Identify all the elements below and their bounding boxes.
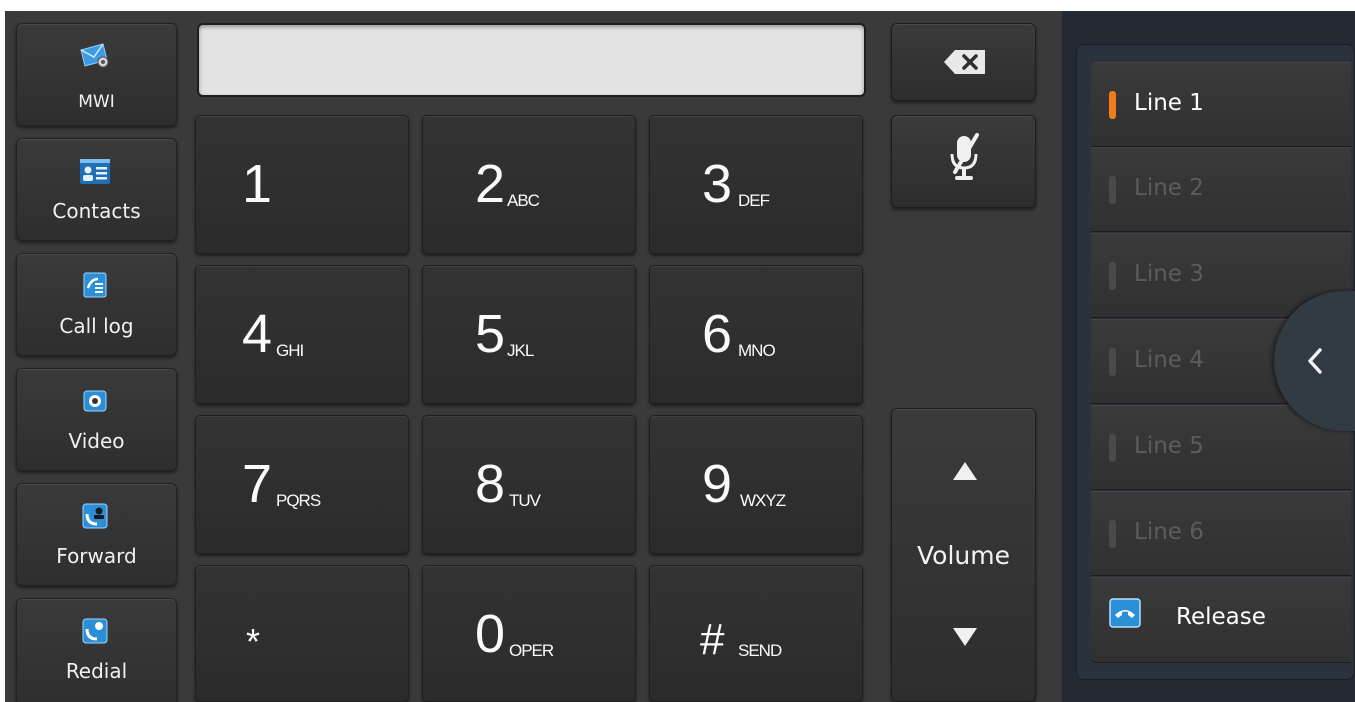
line-2-label: Line 2 [1134, 175, 1204, 201]
line-6-button[interactable]: Line 6 [1091, 491, 1351, 576]
key-letters: TUV [509, 491, 541, 510]
chevron-left-icon [1308, 348, 1322, 374]
forward-label: Forward [56, 544, 137, 568]
key-7[interactable]: 7 PQRS [195, 415, 409, 554]
video-icon [83, 390, 107, 412]
key-letters: PQRS [276, 491, 321, 510]
contacts-label: Contacts [52, 199, 141, 223]
key-star[interactable]: * [195, 565, 409, 702]
line-4-indicator [1109, 348, 1116, 376]
key-digit: 8 [475, 454, 506, 514]
key-5[interactable]: 5 JKL [422, 265, 636, 404]
mute-button[interactable] [891, 115, 1036, 208]
key-letters: OPER [509, 641, 554, 660]
line-4-label: Line 4 [1134, 347, 1204, 373]
line-2-button[interactable]: Line 2 [1091, 147, 1351, 232]
line-3-label: Line 3 [1134, 261, 1204, 287]
video-button[interactable]: Video [16, 368, 177, 471]
voicemail-icon [80, 43, 109, 68]
key-1[interactable]: 1 [195, 115, 409, 254]
contacts-icon [80, 159, 110, 184]
key-3[interactable]: 3 DEF [649, 115, 863, 254]
redial-icon [82, 618, 108, 644]
release-button[interactable]: Release [1091, 577, 1351, 663]
key-4[interactable]: 4 GHI [195, 265, 409, 404]
forward-icon [82, 503, 108, 529]
key-letters: GHI [276, 341, 304, 360]
key-digit: 2 [475, 154, 506, 214]
key-letters: MNO [738, 341, 776, 360]
backspace-button[interactable] [891, 23, 1036, 101]
contacts-button[interactable]: Contacts [16, 138, 177, 241]
mute-microphone-icon [950, 133, 979, 180]
key-digit: 3 [702, 154, 733, 214]
line-3-indicator [1109, 262, 1116, 290]
key-letters: WXYZ [740, 491, 786, 510]
dial-input-display[interactable] [197, 23, 866, 97]
backspace-icon [944, 50, 985, 74]
release-label: Release [1176, 604, 1266, 630]
line-1-label: Line 1 [1134, 90, 1204, 116]
redial-label: Redial [65, 659, 128, 683]
key-digit: * [246, 621, 261, 662]
key-letters: DEF [738, 191, 770, 210]
key-9[interactable]: 9 WXYZ [649, 415, 863, 554]
volume-up-icon[interactable] [952, 461, 978, 481]
call-log-icon [83, 272, 107, 298]
line-1-indicator [1109, 91, 1116, 119]
key-digit: 4 [242, 304, 273, 364]
key-hash[interactable]: # SEND [649, 565, 863, 702]
call-log-label: Call log [59, 314, 134, 338]
key-2[interactable]: 2 ABC [422, 115, 636, 254]
key-6[interactable]: 6 MNO [649, 265, 863, 404]
line-1-button[interactable]: Line 1 [1091, 62, 1351, 147]
volume-label: Volume [917, 541, 1010, 570]
call-log-button[interactable]: Call log [16, 253, 177, 356]
mwi-button[interactable]: MWI [16, 23, 177, 126]
line-6-indicator [1109, 520, 1116, 548]
key-letters: SEND [738, 641, 782, 660]
key-digit: 0 [475, 604, 506, 664]
key-letters: ABC [507, 191, 540, 210]
key-digit: 5 [475, 304, 506, 364]
key-letters: JKL [507, 341, 534, 360]
key-digit: 6 [702, 304, 733, 364]
volume-down-icon[interactable] [952, 627, 978, 647]
key-8[interactable]: 8 TUV [422, 415, 636, 554]
line-5-label: Line 5 [1134, 433, 1204, 459]
volume-control: Volume [891, 408, 1036, 702]
video-label: Video [68, 429, 125, 453]
line-2-indicator [1109, 176, 1116, 204]
forward-button[interactable]: Forward [16, 483, 177, 586]
mwi-label: MWI [78, 92, 115, 112]
line-6-label: Line 6 [1134, 519, 1204, 545]
key-digit: # [700, 615, 725, 664]
key-digit: 7 [242, 454, 273, 514]
release-phone-icon [1109, 598, 1141, 628]
key-0[interactable]: 0 OPER [422, 565, 636, 702]
key-digit: 1 [242, 154, 273, 214]
redial-button[interactable]: Redial [16, 598, 177, 702]
key-digit: 9 [702, 454, 733, 514]
line-5-indicator [1109, 434, 1116, 462]
